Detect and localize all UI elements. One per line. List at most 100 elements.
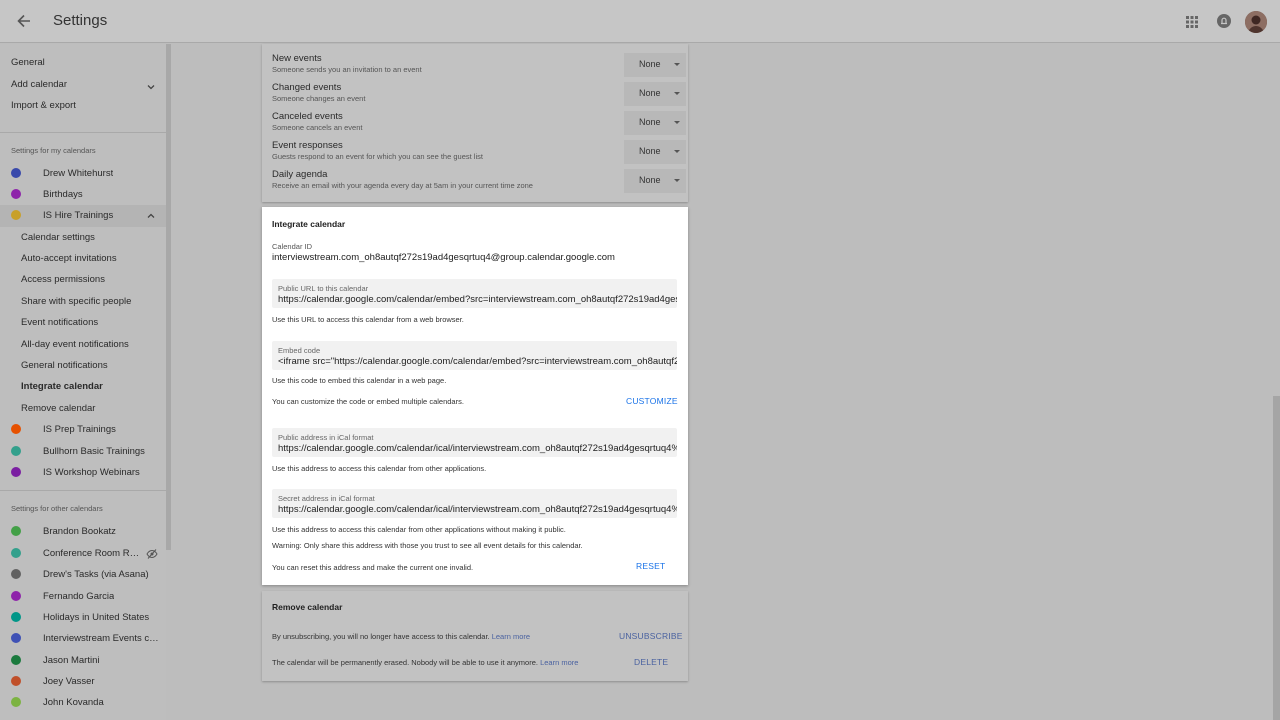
- calendar-color-dot: [11, 466, 21, 477]
- calendar-name: Conference Room Res...: [43, 547, 143, 559]
- notification-title: Changed events: [272, 82, 342, 93]
- calendar-name: Interviewstream Events ca...: [43, 633, 159, 645]
- calendar-name: IS Hire Trainings: [43, 210, 114, 222]
- calendar-color-dot: [11, 569, 21, 580]
- unsubscribe-button[interactable]: UNSUBSCRIBE: [619, 631, 683, 641]
- notification-select[interactable]: None: [624, 82, 686, 106]
- embed-code-field[interactable]: Embed code <iframe src="https://calendar…: [272, 341, 677, 370]
- calendar-item-birthdays[interactable]: Birthdays: [0, 184, 166, 205]
- sidebar-sub-event-notifications[interactable]: Event notifications: [0, 312, 166, 333]
- public-url-help: Use this URL to access this calendar fro…: [272, 315, 464, 324]
- sidebar-sub-remove-calendar[interactable]: Remove calendar: [0, 398, 166, 419]
- calendar-item-conference-room[interactable]: Conference Room Res...: [0, 543, 166, 564]
- sidebar-item-label: Add calendar: [11, 78, 67, 90]
- integrate-calendar-card: Integrate calendar Calendar ID interview…: [262, 207, 688, 585]
- calendar-name: Joey Vasser: [43, 676, 95, 688]
- select-value: None: [639, 175, 661, 185]
- caret-down-icon: [674, 92, 680, 95]
- calendar-color-dot: [11, 547, 21, 558]
- notification-title: Event responses: [272, 140, 343, 151]
- ical-public-value: https://calendar.google.com/calendar/ica…: [278, 443, 677, 454]
- user-avatar[interactable]: [1245, 11, 1267, 33]
- calendar-item-bullhorn-basic[interactable]: Bullhorn Basic Trainings: [0, 441, 166, 462]
- unsubscribe-description: By unsubscribing, you will no longer hav…: [272, 632, 490, 641]
- calendar-color-dot: [11, 611, 21, 622]
- sidebar-item-add-calendar[interactable]: Add calendar: [0, 74, 166, 96]
- calendar-item-holidays-us[interactable]: Holidays in United States: [0, 607, 166, 628]
- embed-code-value: <iframe src="https://calendar.google.com…: [278, 356, 677, 367]
- apps-grid-icon[interactable]: [1183, 13, 1201, 31]
- sidebar-sub-calendar-settings[interactable]: Calendar settings: [0, 227, 166, 248]
- caret-down-icon: [674, 150, 680, 153]
- caret-down-icon: [674, 121, 680, 124]
- embed-code-label: Embed code: [278, 346, 321, 355]
- notification-select[interactable]: None: [624, 53, 686, 77]
- calendar-color-dot: [11, 167, 21, 178]
- notification-select[interactable]: None: [624, 169, 686, 193]
- sidebar-sub-auto-accept[interactable]: Auto-accept invitations: [0, 248, 166, 269]
- calendar-name: Bullhorn Basic Trainings: [43, 445, 145, 457]
- main-scrollbar[interactable]: [1273, 396, 1280, 720]
- sidebar-sub-general-notifications[interactable]: General notifications: [0, 355, 166, 376]
- notification-title: Daily agenda: [272, 169, 328, 180]
- calendar-color-dot: [11, 424, 21, 435]
- calendar-item-john-kovanda[interactable]: John Kovanda: [0, 692, 166, 713]
- calendar-color-dot: [11, 697, 21, 708]
- calendar-item-drew-whitehurst[interactable]: Drew Whitehurst: [0, 163, 166, 184]
- delete-text: The calendar will be permanently erased.…: [272, 658, 578, 667]
- calendar-name: Drew's Tasks (via Asana): [43, 569, 149, 581]
- calendar-id-value[interactable]: interviewstream.com_oh8autqf272s19ad4ges…: [272, 252, 615, 263]
- unsubscribe-text: By unsubscribing, you will no longer hav…: [272, 632, 530, 641]
- calendar-item-fernando-garcia[interactable]: Fernando Garcia: [0, 586, 166, 607]
- calendar-item-brandon-bookatz[interactable]: Brandon Bookatz: [0, 521, 166, 542]
- back-arrow-icon[interactable]: [14, 11, 34, 31]
- public-url-field[interactable]: Public URL to this calendar https://cale…: [272, 279, 677, 308]
- customize-text: You can customize the code or embed mult…: [272, 397, 464, 406]
- notification-row-event-responses: Event responses Guests respond to an eve…: [272, 140, 686, 168]
- sidebar-sub-share[interactable]: Share with specific people: [0, 291, 166, 312]
- select-value: None: [639, 59, 661, 69]
- reset-button[interactable]: RESET: [636, 561, 665, 571]
- eye-hidden-icon[interactable]: [146, 548, 158, 560]
- calendar-item-joey-vasser[interactable]: Joey Vasser: [0, 671, 166, 692]
- sidebar-sub-access-permissions[interactable]: Access permissions: [0, 269, 166, 290]
- sidebar-item-label: Import & export: [11, 100, 76, 111]
- calendar-item-drews-tasks[interactable]: Drew's Tasks (via Asana): [0, 564, 166, 585]
- app-header: Settings: [0, 0, 1280, 43]
- ical-secret-help: Use this address to access this calendar…: [272, 525, 566, 534]
- ical-public-field[interactable]: Public address in iCal format https://ca…: [272, 428, 677, 457]
- sidebar-sub-all-day-notifications[interactable]: All-day event notifications: [0, 334, 166, 355]
- select-value: None: [639, 88, 661, 98]
- sidebar-item-general[interactable]: General: [0, 52, 166, 74]
- notification-row-canceled-events: Canceled events Someone cancels an event…: [272, 111, 686, 139]
- notification-row-changed-events: Changed events Someone changes an event …: [272, 82, 686, 110]
- sidebar-scrollbar[interactable]: [166, 44, 171, 550]
- sidebar-item-label: General: [11, 57, 45, 68]
- notification-select[interactable]: None: [624, 140, 686, 164]
- chevron-up-icon[interactable]: [146, 211, 156, 221]
- calendar-item-interviewstream-events[interactable]: Interviewstream Events ca...: [0, 628, 166, 649]
- calendar-item-jason-martini[interactable]: Jason Martini: [0, 650, 166, 671]
- calendar-item-is-hire-trainings[interactable]: IS Hire Trainings: [0, 205, 166, 227]
- ical-secret-field[interactable]: Secret address in iCal format https://ca…: [272, 489, 677, 518]
- notifications-bell-icon[interactable]: [1215, 12, 1233, 30]
- sidebar-sub-integrate-calendar[interactable]: Integrate calendar: [0, 376, 166, 397]
- sidebar-item-import-export[interactable]: Import & export: [0, 95, 166, 117]
- delete-button[interactable]: DELETE: [634, 657, 668, 667]
- event-notifications-card: New events Someone sends you an invitati…: [262, 44, 688, 202]
- calendar-item-is-prep-trainings[interactable]: IS Prep Trainings: [0, 419, 166, 440]
- select-value: None: [639, 117, 661, 127]
- calendar-color-dot: [11, 210, 21, 221]
- ical-public-help: Use this address to access this calendar…: [272, 464, 487, 473]
- integrate-calendar-title: Integrate calendar: [272, 219, 346, 229]
- chevron-down-icon[interactable]: [146, 79, 156, 89]
- learn-more-link[interactable]: Learn more: [540, 658, 578, 667]
- calendar-color-dot: [11, 633, 21, 644]
- customize-button[interactable]: CUSTOMIZE: [626, 396, 678, 406]
- calendar-item-is-workshop-webinars[interactable]: IS Workshop Webinars: [0, 462, 166, 483]
- notification-select[interactable]: None: [624, 111, 686, 135]
- calendar-color-dot: [11, 188, 21, 199]
- learn-more-link[interactable]: Learn more: [492, 632, 530, 641]
- notification-description: Receive an email with your agenda every …: [272, 181, 533, 190]
- notification-title: New events: [272, 53, 322, 64]
